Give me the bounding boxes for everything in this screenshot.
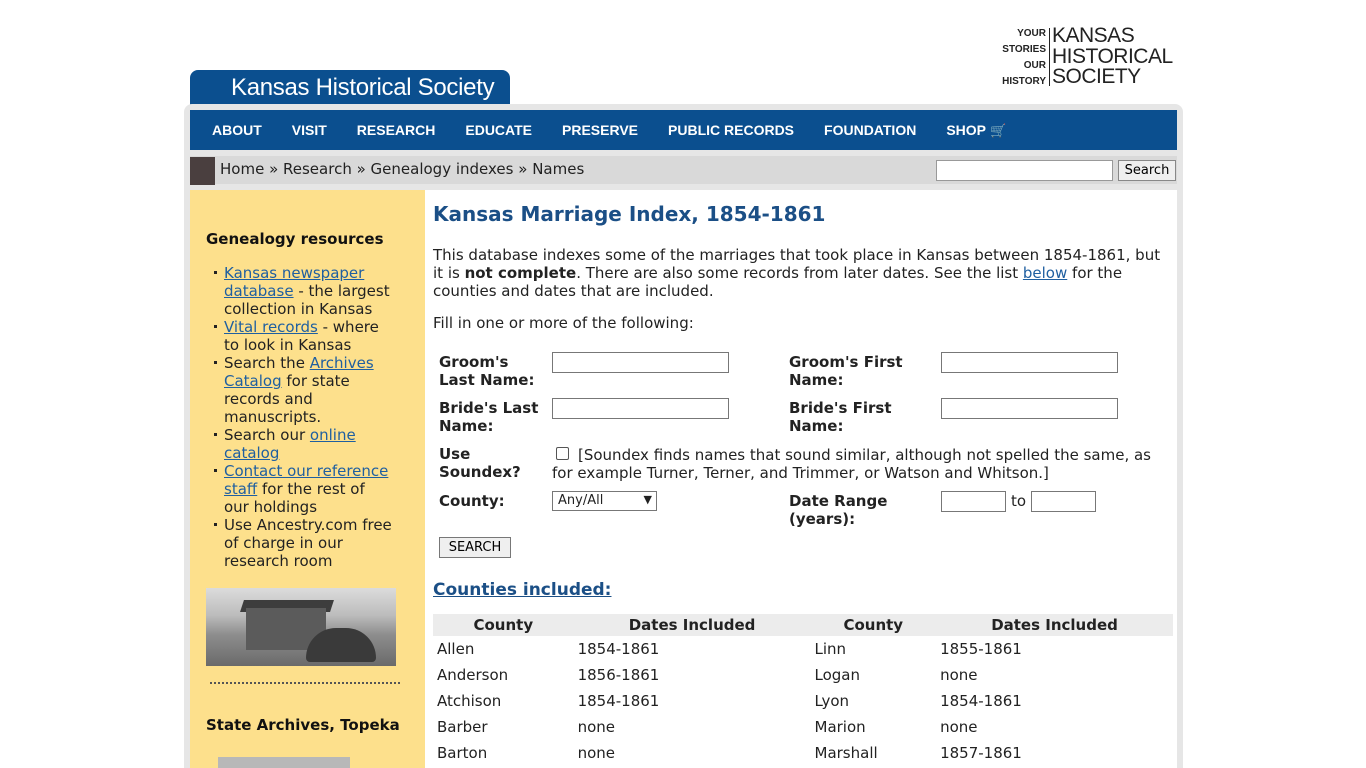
site-search-button[interactable]: Search [1118,160,1176,181]
sidebar-heading-archives: State Archives, Topeka [206,716,400,734]
logo-divider [1049,28,1050,86]
sod-house-photo[interactable] [206,588,396,666]
date-range-label: Date Range (years): [789,492,888,528]
col-dates: Dates Included [936,614,1173,636]
nav-about[interactable]: ABOUT [212,122,262,138]
soundex-checkbox[interactable] [556,447,569,460]
nav-educate[interactable]: EDUCATE [465,122,532,138]
breadcrumb-research[interactable]: Research [283,160,352,178]
date-from-input[interactable] [941,491,1006,512]
nav-foundation[interactable]: FOUNDATION [824,122,916,138]
nav-public-records[interactable]: PUBLIC RECORDS [668,122,794,138]
table-row: Atchison 1854-1861 Lyon 1854-1861 [437,692,1022,710]
nav-shop-label: SHOP [946,121,987,138]
col-county: County [433,614,574,636]
table-row: Barber none Marion none [437,718,978,736]
breadcrumb-separator: » [513,160,533,178]
form-instructions: Fill in one or more of the following: [433,314,694,332]
sidebar-item: Search the Archives Catalog for state re… [214,354,394,426]
main-content: Kansas Marriage Index, 1854-1861 This da… [425,190,1177,768]
site-search-input[interactable] [936,160,1113,181]
sidebar-item: Contact our reference staff for the rest… [214,462,394,516]
breadcrumb-current: Names [532,160,585,178]
logo-tagline: YOUR STORIES OUR HISTORY [1002,28,1046,87]
breadcrumb-home[interactable]: Home [220,160,264,178]
groom-last-input[interactable] [552,352,729,373]
table-header-row: County Dates Included County Dates Inclu… [433,614,1173,636]
counties-heading[interactable]: Counties included: [433,580,611,600]
logo-wordmark: KANSAS HISTORICAL SOCIETY [1052,24,1173,88]
khs-logo[interactable]: YOUR STORIES OUR HISTORY KANSAS HISTORIC… [1000,24,1173,88]
nav-research[interactable]: RESEARCH [357,122,436,138]
page-title: Kansas Marriage Index, 1854-1861 [433,202,826,226]
search-button[interactable]: SEARCH [439,537,511,558]
col-county: County [810,614,937,636]
groom-first-input[interactable] [941,352,1118,373]
sidebar-item: Vital records - where to look in Kansas [214,318,394,354]
breadcrumb-genealogy-indexes[interactable]: Genealogy indexes [371,160,514,178]
bride-last-label: Bride's Last Name: [439,399,539,435]
sidebar: Genealogy resources Kansas newspaper dat… [190,190,425,768]
breadcrumb-separator: » [351,160,371,178]
bride-last-input[interactable] [552,398,729,419]
breadcrumb-separator: » [264,160,284,178]
breadcrumb-bar: Home » Research » Genealogy indexes » Na… [190,156,1177,185]
intro-text: This database indexes some of the marria… [433,246,1161,300]
breadcrumb-marker [190,157,215,185]
nav-shop[interactable]: SHOP 🛒 [946,122,1006,139]
groom-first-label: Groom's First Name: [789,353,903,389]
sidebar-item: Search our online catalog [214,426,394,462]
sidebar-divider [210,682,400,684]
nav-preserve[interactable]: PRESERVE [562,122,638,138]
archives-building-image[interactable] [218,757,350,768]
vital-records-link[interactable]: Vital records [224,318,318,336]
county-select[interactable]: Any/All ▼ [552,491,657,511]
counties-table: County Dates Included County Dates Inclu… [433,614,1173,766]
soundex-note: [Soundex finds names that sound similar,… [552,446,1151,482]
groom-last-label: Groom's Last Name: [439,353,535,389]
county-label: County: [439,492,505,510]
table-row: Allen 1854-1861 Linn 1855-1861 [437,640,1022,658]
sidebar-list: Kansas newspaper database - the largest … [206,264,425,570]
nav-visit[interactable]: VISIT [292,122,327,138]
date-range-to: to [1011,492,1027,510]
breadcrumb: Home » Research » Genealogy indexes » Na… [220,160,584,178]
bride-first-label: Bride's First Name: [789,399,892,435]
soundex-label: Use Soundex? [439,445,521,481]
sidebar-item: Kansas newspaper database - the largest … [214,264,394,318]
table-row: Anderson 1856-1861 Logan none [437,666,978,684]
cart-icon: 🛒 [990,122,1007,138]
col-dates: Dates Included [573,614,811,636]
sidebar-heading: Genealogy resources [206,230,384,248]
table-row: Barton none Marshall 1857-1861 [437,744,1022,762]
sidebar-item: Use Ancestry.com free of charge in our r… [214,516,394,570]
main-nav: ABOUT VISIT RESEARCH EDUCATE PRESERVE PU… [190,110,1177,150]
bride-first-input[interactable] [941,398,1118,419]
date-to-input[interactable] [1031,491,1096,512]
below-link[interactable]: below [1023,264,1067,282]
chevron-down-icon: ▼ [643,493,652,506]
